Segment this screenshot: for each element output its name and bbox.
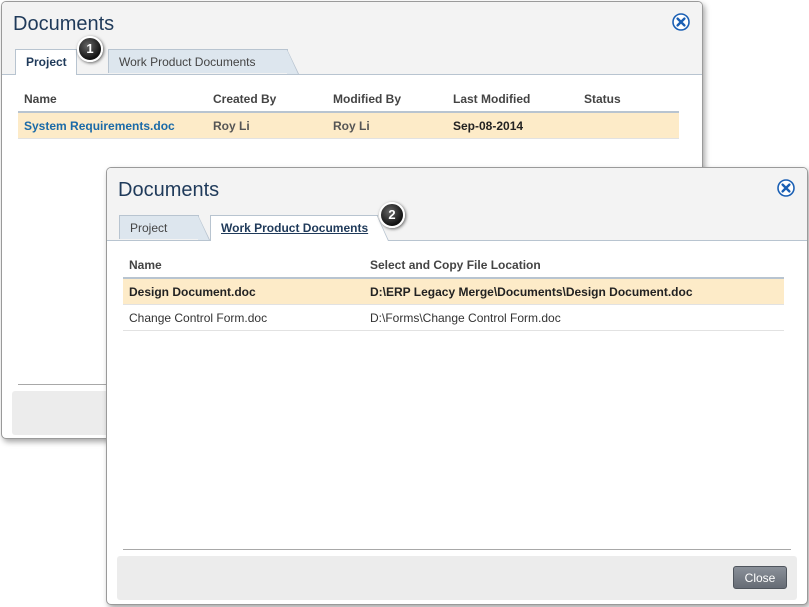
table-header-row: Name Select and Copy File Location xyxy=(123,252,784,279)
documents-dialog-work-product: Documents Project Work Product Documents… xyxy=(106,167,808,605)
column-header-file-location[interactable]: Select and Copy File Location xyxy=(364,252,784,279)
cell-status xyxy=(578,112,679,139)
tab-work-product-documents[interactable]: Work Product Documents xyxy=(210,215,389,241)
dialog-title: Documents xyxy=(118,179,220,201)
callout-badge: 1 xyxy=(77,36,103,62)
column-header-created-by[interactable]: Created By xyxy=(207,86,327,113)
document-link[interactable]: System Requirements.doc xyxy=(24,119,175,133)
project-documents-table: Name Created By Modified By Last Modifie… xyxy=(18,86,679,139)
cell-last-modified: Sep-08-2014 xyxy=(447,112,578,139)
cell-name[interactable]: System Requirements.doc xyxy=(18,112,207,139)
dialog-header: Documents xyxy=(107,168,807,214)
dialog-footer: Close xyxy=(117,556,797,600)
close-icon[interactable] xyxy=(777,179,795,197)
tab-bar: Project Work Product Documents xyxy=(107,214,807,241)
table-row[interactable]: System Requirements.doc Roy Li Roy Li Se… xyxy=(18,112,679,139)
cell-name[interactable]: Design Document.doc xyxy=(123,278,364,305)
dialog-title: Documents xyxy=(13,13,115,35)
tab-work-product-documents[interactable]: Work Product Documents xyxy=(108,49,299,74)
cell-file-location[interactable]: D:\Forms\Change Control Form.doc xyxy=(364,304,784,331)
column-header-last-modified[interactable]: Last Modified xyxy=(447,86,578,113)
cell-name[interactable]: Change Control Form.doc xyxy=(123,304,364,331)
cell-modified-by: Roy Li xyxy=(327,112,447,139)
table-row[interactable]: Change Control Form.doc D:\Forms\Change … xyxy=(123,304,784,331)
dialog-header: Documents xyxy=(2,2,702,48)
close-button[interactable]: Close xyxy=(733,566,787,589)
tab-project[interactable]: Project xyxy=(119,215,210,240)
cell-created-by: Roy Li xyxy=(207,112,327,139)
column-header-modified-by[interactable]: Modified By xyxy=(327,86,447,113)
column-header-name[interactable]: Name xyxy=(123,252,364,279)
cell-file-location[interactable]: D:\ERP Legacy Merge\Documents\Design Doc… xyxy=(364,278,784,305)
footer-divider xyxy=(123,549,791,550)
tab-bar: Project Work Product Documents xyxy=(2,48,702,75)
callout-badge: 2 xyxy=(379,202,405,228)
table-header-row: Name Created By Modified By Last Modifie… xyxy=(18,86,679,113)
column-header-name[interactable]: Name xyxy=(18,86,207,113)
column-header-status[interactable]: Status xyxy=(578,86,679,113)
tab-project[interactable]: Project xyxy=(15,49,77,75)
work-product-documents-table: Name Select and Copy File Location Desig… xyxy=(123,252,784,331)
close-icon[interactable] xyxy=(672,13,690,31)
table-row[interactable]: Design Document.doc D:\ERP Legacy Merge\… xyxy=(123,278,784,305)
